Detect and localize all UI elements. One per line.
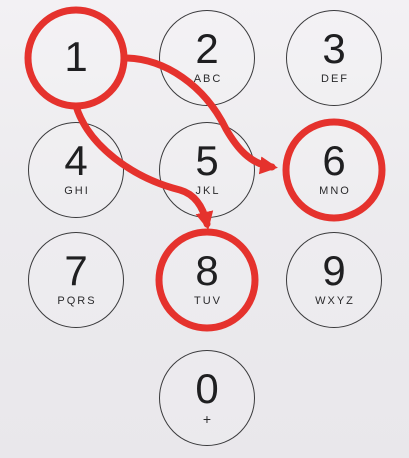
key-0[interactable]: 0 + — [159, 350, 255, 446]
key-5-letters: JKL — [195, 185, 221, 197]
key-5[interactable]: 5 JKL — [159, 122, 255, 218]
key-3-letters: DEF — [321, 73, 349, 85]
key-8-digit: 8 — [195, 247, 219, 294]
key-4-digit: 4 — [64, 137, 88, 184]
key-4-letters: GHI — [64, 185, 90, 197]
key-1[interactable]: 1 — [28, 10, 124, 106]
key-9-digit: 9 — [322, 247, 346, 294]
key-5-digit: 5 — [195, 137, 219, 184]
key-0-plus: + — [202, 411, 212, 427]
key-6[interactable]: 6 MNO — [286, 122, 382, 218]
key-7-digit: 7 — [64, 247, 88, 294]
key-9-letters: WXYZ — [315, 295, 355, 307]
key-2[interactable]: 2 ABC — [159, 10, 255, 106]
key-6-letters: MNO — [319, 185, 351, 197]
key-1-digit: 1 — [64, 33, 88, 80]
key-4[interactable]: 4 GHI — [28, 122, 124, 218]
key-7[interactable]: 7 PQRS — [28, 232, 124, 328]
key-8-letters: TUV — [194, 295, 222, 307]
key-7-letters: PQRS — [57, 295, 97, 307]
key-2-letters: ABC — [193, 73, 223, 85]
key-3-digit: 3 — [322, 25, 346, 72]
key-2-digit: 2 — [195, 25, 219, 72]
key-3[interactable]: 3 DEF — [286, 10, 382, 106]
key-8[interactable]: 8 TUV — [159, 232, 255, 328]
key-9[interactable]: 9 WXYZ — [286, 232, 382, 328]
key-6-digit: 6 — [322, 137, 346, 184]
phone-keypad: 1 2 ABC 3 DEF 4 GHI 5 JKL 6 MNO 7 PQRS 8… — [0, 0, 409, 458]
key-0-digit: 0 — [195, 365, 219, 412]
